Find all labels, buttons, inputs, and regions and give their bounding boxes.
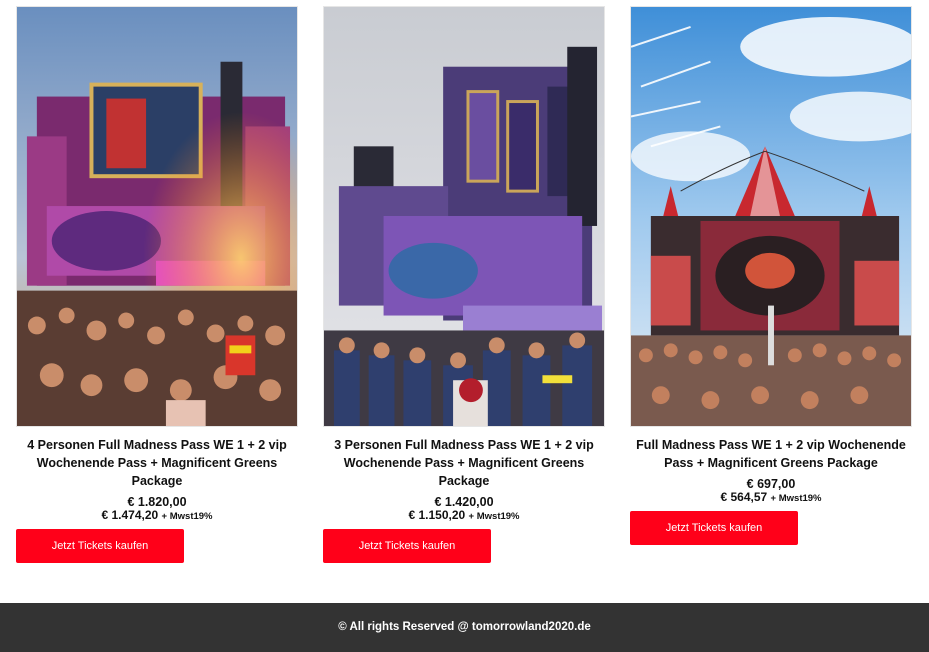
product-grid: 4 Personen Full Madness Pass WE 1 + 2 vi…: [0, 0, 929, 600]
product-title: 3 Personen Full Madness Pass WE 1 + 2 vi…: [334, 438, 594, 488]
festival-stage-photo[interactable]: [323, 6, 605, 427]
buy-tickets-button[interactable]: Jetzt Tickets kaufen: [16, 529, 184, 563]
product-price-net-value: € 564,57: [720, 490, 768, 504]
product-title: 4 Personen Full Madness Pass WE 1 + 2 vi…: [27, 438, 287, 488]
product-price-net: € 1.474,20 + Mwst19%: [16, 509, 298, 523]
product-price: € 697,00: [746, 477, 796, 491]
product-card: Full Madness Pass WE 1 + 2 vip Wochenend…: [630, 6, 912, 545]
buy-tickets-button[interactable]: Jetzt Tickets kaufen: [630, 511, 798, 545]
product-card: 4 Personen Full Madness Pass WE 1 + 2 vi…: [16, 6, 298, 563]
product-price-net-value: € 1.474,20: [101, 508, 159, 522]
product-price-net: € 564,57 + Mwst19%: [630, 491, 912, 505]
festival-stage-photo[interactable]: [16, 6, 298, 427]
buy-tickets-button[interactable]: Jetzt Tickets kaufen: [323, 529, 491, 563]
product-card: 3 Personen Full Madness Pass WE 1 + 2 vi…: [323, 6, 605, 563]
footer-copyright: © All rights Reserved @ tomorrowland2020…: [338, 621, 591, 633]
festival-stage-photo[interactable]: [630, 6, 912, 427]
tax-note: + Mwst19%: [161, 511, 213, 522]
footer: © All rights Reserved @ tomorrowland2020…: [0, 603, 929, 652]
tax-note: + Mwst19%: [468, 511, 520, 522]
product-price-net: € 1.150,20 + Mwst19%: [323, 509, 605, 523]
product-price-net-value: € 1.150,20: [408, 508, 466, 522]
tax-note: + Mwst19%: [770, 493, 822, 504]
product-title: Full Madness Pass WE 1 + 2 vip Wochenend…: [636, 438, 906, 470]
